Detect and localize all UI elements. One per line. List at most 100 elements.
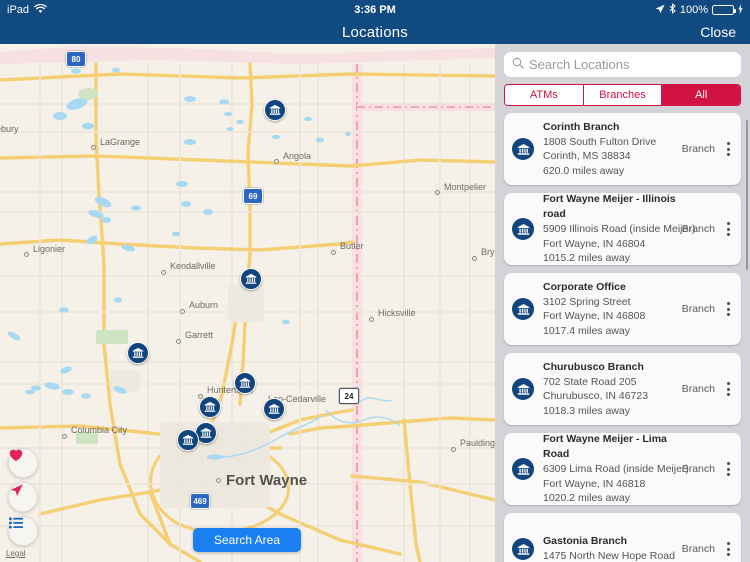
list-view-button[interactable] [8, 516, 38, 546]
bank-building-icon [512, 538, 534, 560]
list-item[interactable]: Churubusco Branch 702 State Road 205 Chu… [504, 353, 741, 425]
map-pin-southwest[interactable] [177, 429, 199, 451]
interstate-shield-69: 69 [243, 188, 263, 204]
list-item[interactable]: Fort Wayne Meijer - Lima Road 6309 Lima … [504, 433, 741, 505]
kebab-menu-icon[interactable] [722, 298, 735, 320]
map-dot-kendallville [161, 270, 166, 275]
location-address: 3102 Spring Street [543, 295, 631, 308]
charging-bolt-icon [738, 3, 743, 17]
location-address: 1475 North New Hope Road [543, 550, 675, 562]
us-route-shield-24: 24 [339, 388, 359, 404]
filter-segmented-container: ATMs Branches All [495, 84, 750, 114]
search-input[interactable]: Search Locations [504, 52, 741, 77]
location-city: Fort Wayne, IN 46804 [543, 237, 646, 250]
tab-atms[interactable]: ATMs [505, 85, 584, 105]
tab-all[interactable]: All [662, 85, 740, 105]
location-type-label: Branch [681, 543, 715, 555]
list-scrollbar[interactable] [745, 120, 748, 270]
close-button[interactable]: Close [700, 20, 736, 44]
map-dot-columbia-city [62, 434, 67, 439]
locations-list[interactable]: Corinth Branch 1808 South Fulton Drive C… [495, 113, 750, 562]
list-item-body: Churubusco Branch 702 State Road 205 Chu… [543, 360, 678, 419]
kebab-menu-icon[interactable] [722, 138, 735, 160]
battery-percent: 100% [679, 4, 708, 16]
location-city: Fort Wayne, IN 46808 [543, 310, 646, 323]
location-distance: 620.0 miles away [543, 164, 625, 177]
location-type-label: Branch [681, 143, 715, 155]
list-item-body: Corinth Branch 1808 South Fulton Drive C… [543, 120, 678, 179]
list-item-body: Fort Wayne Meijer - Lima Road 6309 Lima … [543, 432, 689, 506]
search-icon [512, 56, 524, 74]
search-bar-container: Search Locations [495, 44, 750, 84]
map-dot-hicksville [369, 317, 374, 322]
page-title: Locations [341, 23, 408, 41]
list-item-body: Corporate Office 3102 Spring Street Fort… [543, 280, 678, 339]
location-name: Gastonia Branch [543, 535, 628, 548]
map-pin-churubusco[interactable] [127, 342, 149, 364]
list-item-body: Gastonia Branch 1475 North New Hope Road [543, 534, 678, 562]
map-dot-butler [331, 250, 336, 255]
map-dot-fort-wayne [216, 478, 221, 483]
bluetooth-icon [669, 3, 676, 17]
legal-link[interactable]: Legal [6, 549, 26, 558]
list-item[interactable]: Corporate Office 3102 Spring Street Fort… [504, 273, 741, 345]
search-placeholder: Search Locations [529, 57, 630, 72]
map-pin-angola[interactable] [264, 99, 286, 121]
tab-branches[interactable]: Branches [583, 85, 663, 105]
map-pin-auburn[interactable] [240, 268, 262, 290]
location-city: Corinth, MS 38834 [543, 150, 631, 163]
kebab-menu-icon[interactable] [722, 458, 735, 480]
status-bar-clock: 3:36 PM [354, 4, 396, 16]
list-item[interactable]: Gastonia Branch 1475 North New Hope Road… [504, 513, 741, 562]
locations-screen: iPad 3:36 PM 100% Locations Close bury L… [0, 0, 750, 562]
location-city: Fort Wayne, IN 46818 [543, 477, 646, 490]
nav-bar: Locations Close [0, 20, 750, 44]
bank-building-icon [512, 138, 534, 160]
location-address: 702 State Road 205 [543, 375, 637, 388]
location-name: Corinth Branch [543, 120, 620, 133]
location-distance: 1018.3 miles away [543, 404, 630, 417]
list-item[interactable]: Fort Wayne Meijer - Illinois road 5909 I… [504, 193, 741, 265]
map-dot-lagrange [91, 145, 96, 150]
location-name: Fort Wayne Meijer - Lima Road [543, 433, 667, 461]
kebab-menu-icon[interactable] [722, 218, 735, 240]
location-address: 5909 Illinois Road (inside Meijer) [543, 223, 696, 236]
location-type-label: Branch [681, 223, 715, 235]
map-dot-paulding [451, 447, 456, 452]
location-arrow-icon [655, 4, 665, 17]
list-item[interactable]: Corinth Branch 1808 South Fulton Drive C… [504, 113, 741, 185]
bank-building-icon [512, 298, 534, 320]
interstate-shield-80: 80 [66, 51, 86, 67]
search-area-button[interactable]: Search Area [193, 528, 301, 552]
location-city: Churubusco, IN 46723 [543, 390, 649, 403]
map-pin-northeast[interactable] [263, 398, 285, 420]
map-pin-lima-road[interactable] [234, 372, 256, 394]
kebab-menu-icon[interactable] [722, 538, 735, 560]
map-dot-angola [274, 159, 279, 164]
map-dot-auburn [180, 309, 185, 314]
list-item-body: Fort Wayne Meijer - Illinois road 5909 I… [543, 192, 696, 266]
location-distance: 1015.2 miles away [543, 252, 630, 265]
kebab-menu-icon[interactable] [722, 378, 735, 400]
map-dot-garrett [176, 339, 181, 344]
location-type-label: Branch [681, 463, 715, 475]
battery-full-icon [712, 5, 736, 15]
favorites-button[interactable] [8, 448, 38, 478]
filter-segmented-control[interactable]: ATMs Branches All [504, 84, 741, 106]
status-bar-right: 100% [655, 3, 743, 17]
location-type-label: Branch [681, 383, 715, 395]
map-dot-ligonier [24, 252, 29, 257]
location-type-label: Branch [681, 303, 715, 315]
location-name: Corporate Office [543, 280, 626, 293]
bank-building-icon [512, 378, 534, 400]
interstate-shield-469: 469 [190, 493, 210, 509]
bank-building-icon [512, 218, 534, 240]
location-name: Churubusco Branch [543, 360, 644, 373]
map-pin-corporate[interactable] [199, 396, 221, 418]
map-canvas[interactable]: ebury LaGrange Angola Montpelier Ligonie… [0, 44, 495, 562]
location-address: 6309 Lima Road (inside Meijer) [543, 463, 689, 476]
map-dot-montpelier [435, 190, 440, 195]
status-bar: iPad 3:36 PM 100% [0, 0, 750, 20]
locate-me-button[interactable] [8, 482, 38, 512]
map-vector-layer [0, 44, 495, 562]
